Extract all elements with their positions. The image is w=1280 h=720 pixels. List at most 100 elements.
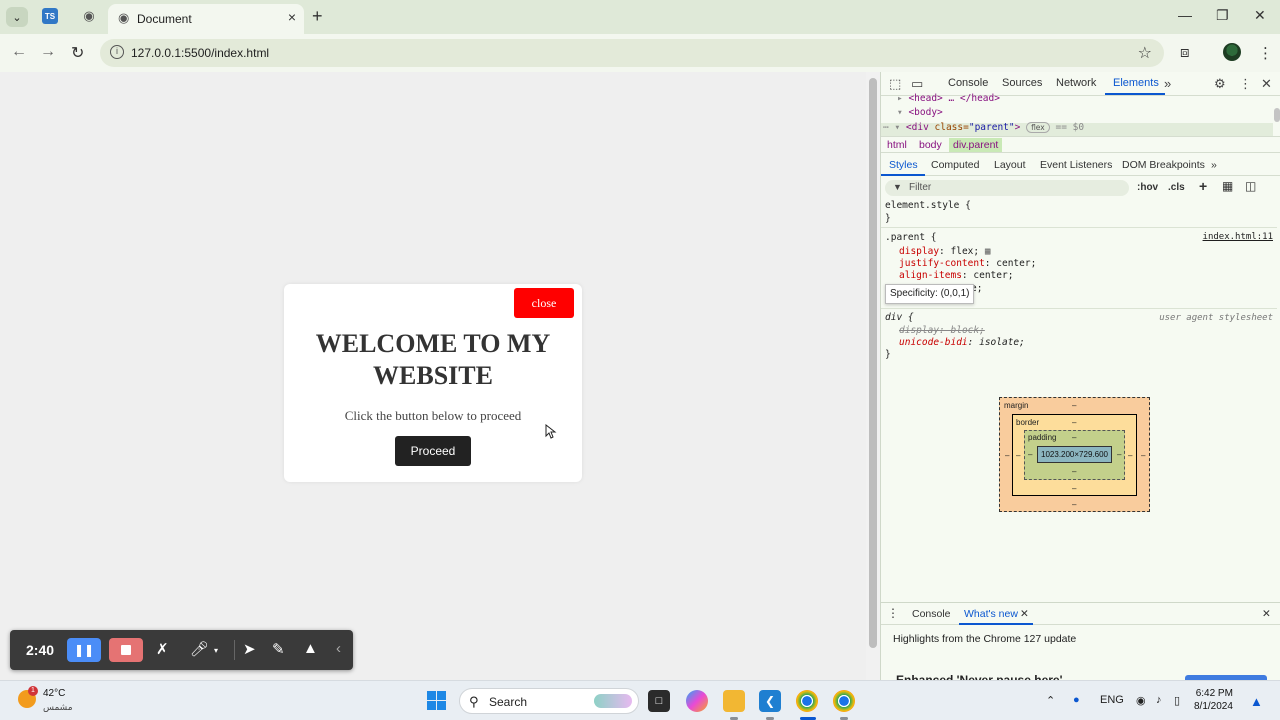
stop-button[interactable] <box>109 638 143 662</box>
forward-button[interactable]: → <box>40 43 56 61</box>
breadcrumb-div-parent[interactable]: div.parent <box>949 138 1003 152</box>
box-model-padding[interactable]: padding – – – – 1023.200×729.600 <box>1024 430 1125 480</box>
pen-off-icon[interactable]: ✗ <box>156 640 169 658</box>
reload-button[interactable]: ↻ <box>71 43 84 63</box>
volume-icon[interactable]: ♪ <box>1156 694 1162 706</box>
hov-toggle[interactable]: :hov <box>1137 182 1158 193</box>
drawer-menu-icon[interactable]: ⋮ <box>887 606 899 620</box>
dom-node-head[interactable]: ▸ <head> … </head> <box>897 93 1000 104</box>
devtools-menu-icon[interactable]: ⋮ <box>1239 76 1252 92</box>
taskbar-clock[interactable]: 6:42 PM 8/1/2024 <box>1194 687 1233 713</box>
cls-toggle[interactable]: .cls <box>1168 182 1185 193</box>
mic-dropdown-icon[interactable]: ▾ <box>214 646 218 655</box>
breadcrumb-body[interactable]: body <box>919 139 942 151</box>
close-whats-new-icon[interactable]: ✕ <box>1020 608 1029 620</box>
chrome-dev-icon[interactable] <box>796 690 818 712</box>
pinned-tab-globe[interactable]: ◉ <box>81 8 97 24</box>
minimize-button[interactable]: — <box>1178 7 1192 23</box>
window-close-button[interactable]: ✕ <box>1254 7 1266 24</box>
taskbar-search[interactable]: ⚲ Search <box>459 688 639 714</box>
div-class-value: "parent" <box>968 122 1015 133</box>
mic-icon[interactable]: 🎤︎ <box>190 640 209 658</box>
tab-elements[interactable]: Elements <box>1113 77 1159 89</box>
profile-avatar[interactable] <box>1223 43 1241 61</box>
scrollbar-thumb[interactable] <box>869 78 877 648</box>
page-scrollbar[interactable] <box>866 72 880 680</box>
settings-gear-icon[interactable]: ⚙ <box>1214 76 1226 92</box>
div-rule-selector[interactable]: div { <box>885 312 914 323</box>
subtab-dom-breakpoints[interactable]: DOM Breakpoints <box>1122 159 1205 171</box>
eraser-icon[interactable]: ▲ <box>303 640 318 657</box>
drawer-close-icon[interactable]: ✕ <box>1262 608 1271 620</box>
file-explorer-icon[interactable] <box>723 690 745 712</box>
restore-button[interactable]: ❐ <box>1216 7 1229 24</box>
more-subtabs-icon[interactable]: » <box>1211 159 1217 171</box>
vscode-icon[interactable]: ❮ <box>759 690 781 712</box>
box-model-content[interactable]: 1023.200×729.600 <box>1037 446 1112 463</box>
weather-temperature[interactable]: 42°C <box>43 688 65 699</box>
tab-search-button[interactable]: ⌄ <box>6 7 28 27</box>
back-button[interactable]: ← <box>11 43 27 61</box>
pencil-icon[interactable]: ✎ <box>272 640 285 658</box>
chrome-icon[interactable] <box>833 690 855 712</box>
element-style-rule[interactable]: element.style { <box>885 200 971 211</box>
pinned-tab-typescript[interactable]: TS <box>42 8 58 24</box>
prop-justify-content[interactable]: justify-content: center; <box>899 258 1036 269</box>
dom-node-div-parent[interactable]: ⋯ ▾ <div class="parent"> flex == $0 <box>883 122 1084 133</box>
breadcrumb: html body div.parent <box>881 136 1280 153</box>
windows-start-icon[interactable] <box>427 691 446 710</box>
address-bar[interactable]: i 127.0.0.1:5500/index.html ☆ <box>100 39 1164 67</box>
drawer-tab-whats-new[interactable]: What's new <box>964 608 1018 620</box>
chevron-left-icon[interactable]: ‹ <box>336 640 341 657</box>
tab-document[interactable]: ◉ Document × <box>108 4 304 34</box>
flex-editor-icon[interactable]: ▦ <box>985 246 991 257</box>
devtools-close-icon[interactable]: ✕ <box>1261 76 1272 92</box>
menu-kebab-icon[interactable]: ⋮ <box>1258 44 1273 62</box>
tab-sources[interactable]: Sources <box>1002 77 1042 89</box>
prop-align-items[interactable]: align-items: center; <box>899 270 1013 281</box>
box-model-border[interactable]: border – – – – padding – – – – 1023.200×… <box>1012 414 1137 496</box>
tray-overflow-chevron-icon[interactable]: ⌃ <box>1046 694 1055 707</box>
dom-node-body[interactable]: ▾ <body> <box>897 107 943 118</box>
parent-rule-source-link[interactable]: index.html:11 <box>1203 232 1273 242</box>
tray-mic-icon[interactable]: ● <box>1073 694 1080 706</box>
subtab-styles[interactable]: Styles <box>889 159 918 171</box>
new-tab-button[interactable]: + <box>312 6 323 27</box>
copilot-icon[interactable] <box>686 690 708 712</box>
battery-icon[interactable]: ▯ <box>1174 694 1180 707</box>
site-info-icon[interactable]: i <box>110 45 124 59</box>
drawer-tab-console[interactable]: Console <box>912 608 951 620</box>
globe-icon: ◉ <box>118 10 130 25</box>
tab-console[interactable]: Console <box>948 77 988 89</box>
subtab-layout[interactable]: Layout <box>994 159 1026 171</box>
prop-display[interactable]: display: flex; ▦ <box>899 246 991 257</box>
subtab-event-listeners[interactable]: Event Listeners <box>1040 159 1112 171</box>
input-language[interactable]: ENG <box>1100 694 1124 706</box>
subtab-computed[interactable]: Computed <box>931 159 979 171</box>
more-tabs-icon[interactable]: » <box>1164 76 1171 91</box>
padding-label: padding <box>1028 433 1057 442</box>
device-toolbar-icon[interactable]: ▭ <box>911 76 923 92</box>
close-button[interactable]: close <box>514 288 574 318</box>
new-rule-plus-icon[interactable]: + <box>1199 178 1207 194</box>
box-model-margin[interactable]: margin – – – – border – – – – padding – … <box>999 397 1150 512</box>
dom-scrollbar[interactable] <box>1273 96 1280 136</box>
flex-badge[interactable]: flex <box>1026 122 1050 133</box>
pause-button[interactable]: ❚❚ <box>67 638 101 662</box>
styles-filter-input[interactable]: ▼ Filter <box>885 180 1129 196</box>
parent-rule-selector[interactable]: .parent { <box>885 232 936 243</box>
breadcrumb-html[interactable]: html <box>887 139 907 151</box>
sidebar-toggle-icon[interactable]: ◫ <box>1245 179 1256 193</box>
tab-network[interactable]: Network <box>1056 77 1096 89</box>
wifi-icon[interactable]: ◉ <box>1136 694 1146 707</box>
notification-bell-icon[interactable]: ▲ <box>1250 694 1263 709</box>
tab-close-icon[interactable]: × <box>288 9 296 25</box>
paint-brush-icon[interactable]: ▦ <box>1222 179 1233 193</box>
extensions-icon[interactable]: ⧈ <box>1180 44 1190 61</box>
dom-scroll-thumb[interactable] <box>1274 108 1280 122</box>
inspect-element-icon[interactable]: ⬚ <box>889 76 901 92</box>
pointer-icon[interactable]: ➤ <box>243 640 256 658</box>
proceed-button[interactable]: Proceed <box>395 436 471 466</box>
task-view-icon[interactable]: □ <box>648 690 670 712</box>
bookmark-star-icon[interactable]: ☆ <box>1138 43 1152 63</box>
